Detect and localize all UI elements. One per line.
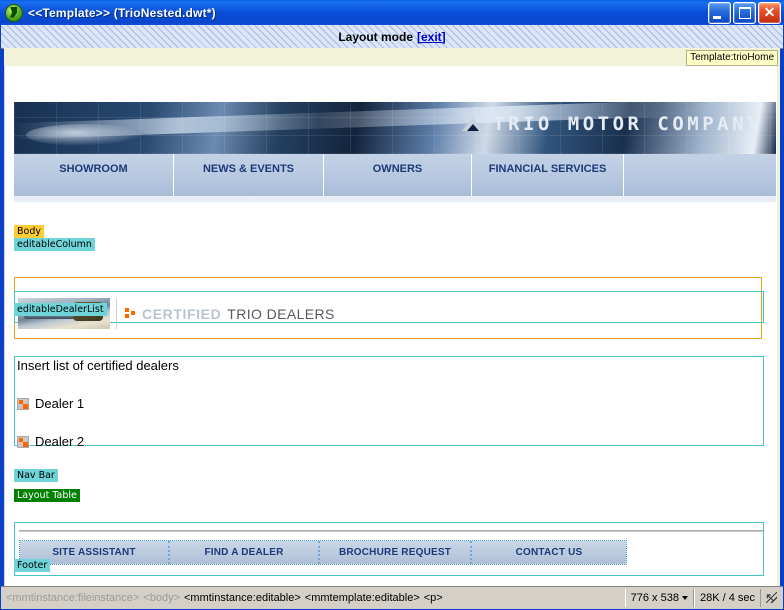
site-nav-item-label: OWNERS bbox=[372, 163, 423, 175]
close-icon: ✕ bbox=[763, 4, 776, 20]
chevron-down-icon bbox=[681, 596, 688, 600]
maximize-button[interactable] bbox=[733, 2, 756, 24]
maximize-icon bbox=[739, 7, 751, 19]
site-nav-item-label: SHOWROOM bbox=[59, 163, 128, 175]
nav-bar-rule bbox=[19, 530, 763, 532]
vertical-divider bbox=[116, 298, 117, 329]
region-label-footer[interactable]: Footer bbox=[14, 559, 51, 572]
window-size-value: 776 x 538 bbox=[630, 592, 679, 604]
chevron-logo-icon bbox=[462, 117, 485, 131]
orange-dots-icon bbox=[125, 308, 135, 319]
window-controls: ✕ bbox=[708, 2, 781, 24]
broken-image-icon bbox=[17, 397, 29, 410]
tag-selector-item[interactable]: <p> bbox=[424, 592, 443, 604]
list-item[interactable]: Dealer 1 bbox=[17, 396, 84, 411]
banner-bottom-rule bbox=[14, 196, 776, 202]
trio-logo: TRIO MOTOR COMPANY bbox=[462, 113, 762, 135]
logo-text: TRIO MOTOR COMPANY bbox=[493, 113, 762, 135]
window-size-selector[interactable]: 776 x 538 bbox=[624, 589, 694, 607]
minimize-icon bbox=[713, 16, 721, 19]
site-nav-item-label: FINANCIAL SERVICES bbox=[488, 163, 607, 175]
region-label-editabledealerlist[interactable]: editableDealerList bbox=[14, 303, 107, 316]
region-label-layouttable[interactable]: Layout Table bbox=[14, 489, 80, 502]
page-body: TRIO MOTOR COMPANY SHOWROOM NEWS & EVENTS… bbox=[4, 66, 777, 586]
close-button[interactable]: ✕ bbox=[758, 2, 781, 24]
layout-cell-contact-us[interactable]: CONTACT US bbox=[472, 541, 626, 564]
site-nav-item-news-events[interactable]: NEWS & EVENTS bbox=[174, 154, 324, 196]
layout-cell-brochure-request[interactable]: BROCHURE REQUEST bbox=[320, 541, 472, 564]
layout-mode-label: Layout mode bbox=[338, 29, 413, 44]
region-label-editablecolumn[interactable]: editableColumn bbox=[14, 238, 95, 251]
banner-logo-band: TRIO MOTOR COMPANY bbox=[14, 102, 776, 154]
layout-mode-exit-link[interactable]: [exit] bbox=[417, 30, 446, 44]
minimize-button[interactable] bbox=[708, 2, 731, 24]
tag-selector-item[interactable]: <mmtinstance:editable> bbox=[184, 592, 301, 604]
site-nav-item-owners[interactable]: OWNERS bbox=[324, 154, 472, 196]
layout-mode-bar: Layout mode [exit] bbox=[1, 25, 783, 49]
download-size-value: 28K / 4 sec bbox=[699, 592, 755, 604]
list-item[interactable]: Dealer 2 bbox=[17, 434, 84, 449]
tag-selector-item[interactable]: <mmtinstance:fileinstance> bbox=[6, 592, 139, 604]
tag-selector-item[interactable]: <mmtemplate:editable> bbox=[305, 592, 420, 604]
layout-cell-find-a-dealer[interactable]: FIND A DEALER bbox=[170, 541, 320, 564]
layout-table[interactable]: SITE ASSISTANT FIND A DEALER BROCHURE REQU… bbox=[19, 540, 627, 565]
broken-image-icon bbox=[17, 435, 29, 448]
status-bar: <mmtinstance:fileinstance> <body> <mmtinst… bbox=[1, 586, 783, 609]
region-label-navbar[interactable]: Nav Bar bbox=[14, 469, 58, 482]
dealer-list-intro: Insert list of certified dealers bbox=[17, 358, 179, 373]
region-label-body[interactable]: Body bbox=[14, 225, 44, 238]
dreamweaver-template-icon bbox=[5, 3, 23, 22]
certified-dealers-header: CERTIFIED TRIO DEALERS bbox=[18, 297, 763, 330]
site-banner: TRIO MOTOR COMPANY SHOWROOM NEWS & EVENTS… bbox=[14, 102, 776, 202]
resize-grip-icon[interactable]: ↖ bbox=[764, 590, 780, 606]
site-nav-item-label: NEWS & EVENTS bbox=[202, 163, 295, 175]
tag-selector[interactable]: <mmtinstance:fileinstance> <body> <mmtinst… bbox=[1, 592, 625, 604]
certified-emphasis: CERTIFIED bbox=[142, 305, 222, 322]
certified-rest: TRIO DEALERS bbox=[227, 305, 335, 322]
site-nav-item-blank[interactable] bbox=[624, 154, 776, 196]
site-nav-item-showroom[interactable]: SHOWROOM bbox=[14, 154, 174, 196]
title-bar: <<Template>> (TrioNested.dwt*) ✕ bbox=[0, 0, 784, 25]
dealer-label: Dealer 2 bbox=[35, 434, 85, 449]
dreamweaver-window: <<Template>> (TrioNested.dwt*) ✕ Layout … bbox=[0, 0, 784, 610]
dealer-label: Dealer 1 bbox=[35, 396, 85, 411]
window-title: <<Template>> (TrioNested.dwt*) bbox=[28, 5, 216, 20]
download-size-indicator: 28K / 4 sec bbox=[693, 589, 761, 607]
document-canvas: Template:trioHome TRIO MOTOR COMPANY SHO… bbox=[4, 48, 780, 586]
site-nav-bar: SHOWROOM NEWS & EVENTS OWNERS FINANCIAL SER… bbox=[14, 154, 776, 199]
tag-selector-item[interactable]: <body> bbox=[143, 592, 180, 604]
site-nav-item-financial-services[interactable]: FINANCIAL SERVICES bbox=[472, 154, 624, 196]
template-name-tab[interactable]: Template:trioHome bbox=[686, 50, 778, 66]
